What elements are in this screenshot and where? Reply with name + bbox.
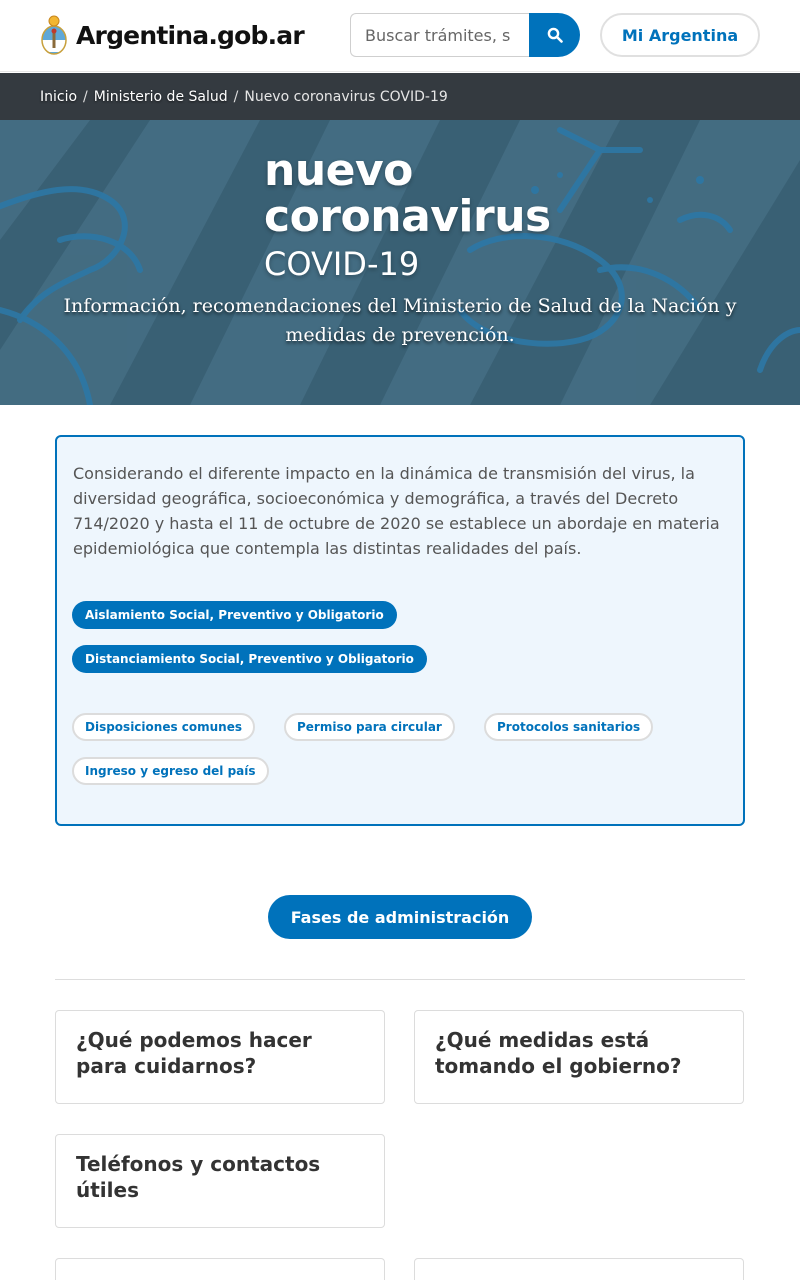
breadcrumb: Inicio / Ministerio de Salud / Nuevo cor… (0, 73, 800, 120)
fases-button[interactable]: Fases de administración (268, 895, 532, 939)
pill-permiso-circular[interactable]: Permiso para circular (284, 713, 455, 741)
card-title: ¿Qué medidas está tomando el gobierno? (435, 1028, 682, 1078)
card-partial-left[interactable] (55, 1258, 385, 1280)
hero-subtitle: Información, recomendaciones del Ministe… (63, 295, 737, 346)
breadcrumb-separator: / (233, 88, 239, 105)
card-medidas-gobierno[interactable]: ¿Qué medidas está tomando el gobierno? (414, 1010, 744, 1104)
search-icon (547, 27, 563, 43)
search-button[interactable] (529, 13, 580, 57)
card-title: Teléfonos y contactos útiles (76, 1152, 321, 1202)
hero-title-line1: nuevo (264, 145, 413, 196)
card-partial-right[interactable] (414, 1258, 744, 1280)
info-panel: Considerando el diferente impacto en la … (55, 435, 745, 826)
pill-protocolos-sanitarios[interactable]: Protocolos sanitarios (484, 713, 654, 741)
card-title: ¿Qué podemos hacer para cuidarnos? (76, 1028, 312, 1078)
card-telefonos[interactable]: Teléfonos y contactos útiles (55, 1134, 385, 1228)
pill-disposiciones-comunes[interactable]: Disposiciones comunes (72, 713, 256, 741)
card-cuidarnos[interactable]: ¿Qué podemos hacer para cuidarnos? (55, 1010, 385, 1104)
section-divider (55, 979, 745, 980)
hero-banner: nuevo coronavirus COVID-19 Información, … (0, 120, 800, 405)
hero-title-line2: coronavirus (264, 191, 551, 242)
breadcrumb-link-inicio[interactable]: Inicio (40, 89, 77, 105)
breadcrumb-separator: / (83, 88, 88, 105)
breadcrumb-link-ministerio[interactable]: Ministerio de Salud (94, 89, 228, 105)
search-input[interactable] (350, 13, 530, 57)
breadcrumb-current: Nuevo coronavirus COVID-19 (244, 88, 448, 105)
logo-text: Argentina.gob.ar (76, 20, 305, 50)
mi-argentina-button[interactable]: Mi Argentina (600, 13, 760, 57)
coat-of-arms-icon (41, 15, 67, 55)
site-header: Argentina.gob.ar Mi Argentina (0, 0, 800, 72)
pill-distanciamiento[interactable]: Distanciamiento Social, Preventivo y Obl… (72, 645, 427, 673)
hero-title-line3: COVID-19 (264, 245, 420, 283)
panel-text: Considerando el diferente impacto en la … (73, 464, 720, 558)
pill-ingreso-egreso[interactable]: Ingreso y egreso del país (72, 757, 269, 785)
site-logo[interactable]: Argentina.gob.ar (40, 14, 305, 56)
pill-aislamiento[interactable]: Aislamiento Social, Preventivo y Obligat… (72, 601, 397, 629)
hero-title: nuevo coronavirus COVID-19 (264, 148, 551, 286)
search-bar (350, 13, 580, 57)
